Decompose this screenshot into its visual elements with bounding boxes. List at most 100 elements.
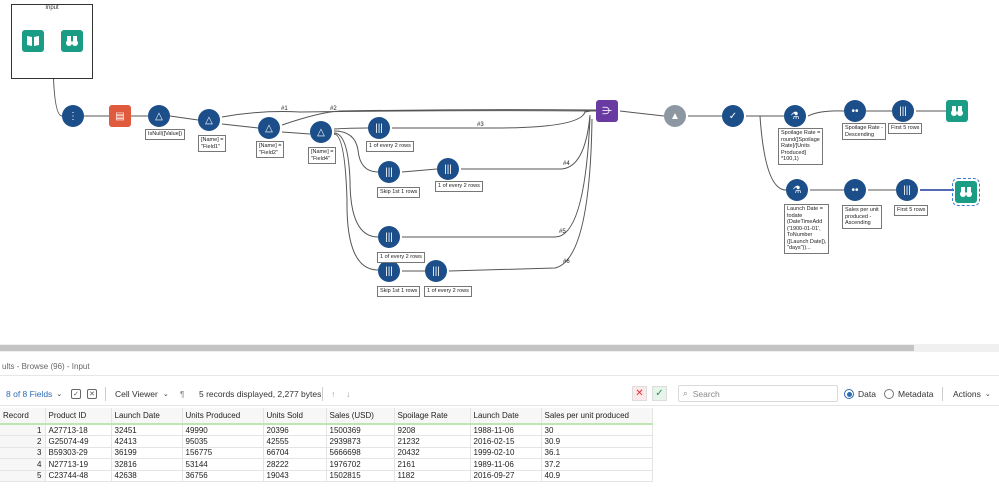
clear-fields-button[interactable]: ✕ <box>87 387 97 401</box>
filter-tool-3-icon[interactable]: △ <box>258 117 280 139</box>
table-cell[interactable]: 32816 <box>111 458 183 471</box>
formula-tool-1-icon[interactable]: ⚗ <box>784 105 806 127</box>
select-tool-icon[interactable]: ▲ <box>664 105 686 127</box>
table-cell[interactable]: C23744-48 <box>45 470 112 482</box>
transpose-tool-icon[interactable]: ▤ <box>109 105 131 127</box>
filter-tool-4-icon[interactable]: △ <box>310 121 332 143</box>
table-row[interactable]: 2 G25074-49 42413 95035 42555 2939873 21… <box>0 435 653 448</box>
column-header[interactable]: Sales per unit produced <box>541 408 653 425</box>
table-cell[interactable]: 9208 <box>394 424 471 436</box>
column-header[interactable]: Sales (USD) <box>326 408 395 425</box>
table-cell[interactable]: G25074-49 <box>45 435 112 448</box>
column-header[interactable]: Units Produced <box>182 408 264 425</box>
table-cell[interactable]: 66704 <box>263 447 327 459</box>
table-cell[interactable]: 1999-02-10 <box>470 447 542 459</box>
sample-tool-3-icon[interactable]: ||| <box>378 226 400 248</box>
table-cell[interactable]: 37.2 <box>541 458 653 471</box>
table-cell[interactable]: 30.9 <box>541 435 653 448</box>
scrollbar-thumb[interactable] <box>0 345 914 351</box>
input-data-tool-icon[interactable] <box>22 30 44 52</box>
apply-filter-button[interactable]: ✓ <box>652 386 667 401</box>
table-cell[interactable]: 42555 <box>263 435 327 448</box>
column-header[interactable]: Units Sold <box>263 408 327 425</box>
table-cell[interactable]: 19043 <box>263 470 327 482</box>
table-cell[interactable]: 2161 <box>394 458 471 471</box>
cancel-filter-button[interactable]: ✕ <box>632 386 647 401</box>
sample-tool-2-icon[interactable]: ||| <box>437 158 459 180</box>
table-cell[interactable]: 21232 <box>394 435 471 448</box>
table-cell[interactable]: 40.9 <box>541 470 653 482</box>
table-row[interactable]: 1 A27713-18 32451 49990 20396 1500369 92… <box>0 424 653 436</box>
browse-tool-1-icon[interactable] <box>946 100 968 122</box>
sample-tool-4-icon[interactable]: ||| <box>425 260 447 282</box>
table-cell[interactable]: 42413 <box>111 435 183 448</box>
table-cell[interactable]: 1988-11-06 <box>470 424 542 436</box>
table-cell[interactable]: 53144 <box>182 458 264 471</box>
table-cell[interactable]: 2016-02-15 <box>470 435 542 448</box>
formula-tool-2-icon[interactable]: ⚗ <box>786 179 808 201</box>
union-tool-icon[interactable]: ⋺ <box>596 100 618 122</box>
search-input[interactable]: ⌕ Search <box>678 385 838 402</box>
table-cell[interactable]: 1502815 <box>326 470 395 482</box>
data-cleansing-tool-icon[interactable]: ✓ <box>722 105 744 127</box>
table-cell[interactable]: 1989-11-06 <box>470 458 542 471</box>
sample-first5-tool-2-icon[interactable]: ||| <box>896 179 918 201</box>
results-grid[interactable]: Record Product ID Launch Date Units Prod… <box>0 408 999 501</box>
triangle-filter-icon: △ <box>317 126 325 138</box>
column-header[interactable]: Launch Date <box>111 408 183 425</box>
sample-first5-tool-1-icon[interactable]: ||| <box>892 100 914 122</box>
table-cell[interactable]: 20396 <box>263 424 327 436</box>
table-cell[interactable]: 42638 <box>111 470 183 482</box>
filter-tool-2-icon[interactable]: △ <box>198 109 220 131</box>
record-number: 4 <box>0 458 46 471</box>
check-fields-button[interactable]: ✓ <box>71 387 81 401</box>
skip-tool-1-icon[interactable]: ||| <box>378 161 400 183</box>
table-cell[interactable]: 5666698 <box>326 447 395 459</box>
table-cell[interactable]: 49990 <box>182 424 264 436</box>
column-header[interactable]: Launch Date <box>470 408 542 425</box>
table-cell[interactable]: 156775 <box>182 447 264 459</box>
connection-wires <box>50 51 954 272</box>
column-header[interactable]: Record <box>0 408 46 425</box>
pilcrow-icon[interactable]: ¶ <box>180 387 185 401</box>
table-cell[interactable]: 1182 <box>394 470 471 482</box>
table-cell[interactable]: 2016-09-27 <box>470 470 542 482</box>
table-cell[interactable]: 95035 <box>182 435 264 448</box>
record-id-tool-icon[interactable]: ⋮ <box>62 105 84 127</box>
column-header[interactable]: Product ID <box>45 408 112 425</box>
table-row[interactable]: 4 N27713-19 32816 53144 28222 1976702 21… <box>0 458 653 471</box>
table-cell[interactable]: 30 <box>541 424 653 436</box>
sort-tool-1-icon[interactable]: •• <box>844 100 866 122</box>
canvas-horizontal-scrollbar[interactable] <box>0 344 999 352</box>
sort-tool-2-icon[interactable]: •• <box>844 179 866 201</box>
table-cell[interactable]: 36756 <box>182 470 264 482</box>
fields-selector[interactable]: 8 of 8 Fields ⌄ <box>6 387 62 401</box>
workflow-canvas[interactable]: Input ⋮ ▤ △ △ △ △ ||| ||| ||| ||| ||| ||… <box>0 0 999 345</box>
table-cell[interactable]: 20432 <box>394 447 471 459</box>
table-row[interactable]: 5 C23744-48 42638 36756 19043 1502815 11… <box>0 470 653 482</box>
table-cell[interactable]: B59303-29 <box>45 447 112 459</box>
metadata-radio[interactable]: Metadata <box>884 387 933 401</box>
table-cell[interactable]: A27713-18 <box>45 424 112 436</box>
skip-tool-2-icon[interactable]: ||| <box>378 260 400 282</box>
sample-tool-1-icon[interactable]: ||| <box>368 117 390 139</box>
chevron-down-icon: ⌄ <box>162 391 169 398</box>
arrow-down-icon[interactable]: ↓ <box>346 387 350 401</box>
table-row[interactable]: 3 B59303-29 36199 156775 66704 5666698 2… <box>0 447 653 459</box>
table-cell[interactable]: 28222 <box>263 458 327 471</box>
table-cell[interactable]: 1976702 <box>326 458 395 471</box>
actions-menu[interactable]: Actions ⌄ <box>953 387 991 401</box>
table-cell[interactable]: 36199 <box>111 447 183 459</box>
data-radio[interactable]: Data <box>844 387 876 401</box>
column-header[interactable]: Spoilage Rate <box>394 408 471 425</box>
table-cell[interactable]: 1500369 <box>326 424 395 436</box>
table-cell[interactable]: 32451 <box>111 424 183 436</box>
table-cell[interactable]: N27713-19 <box>45 458 112 471</box>
filter-tool-1-icon[interactable]: △ <box>148 105 170 127</box>
arrow-up-icon[interactable]: ↑ <box>331 387 335 401</box>
browse-tool-icon[interactable] <box>61 30 83 52</box>
cell-viewer-dropdown[interactable]: Cell Viewer ⌄ <box>115 387 169 401</box>
table-cell[interactable]: 2939873 <box>326 435 395 448</box>
browse-tool-2-icon[interactable] <box>952 178 980 206</box>
table-cell[interactable]: 36.1 <box>541 447 653 459</box>
